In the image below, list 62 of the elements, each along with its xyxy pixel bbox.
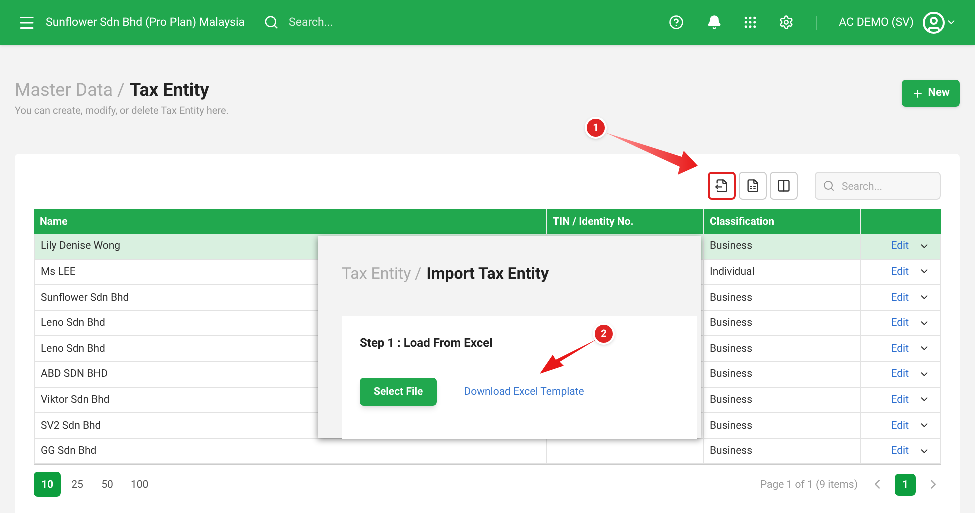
edit-link[interactable]: Edit (891, 443, 909, 459)
table-search-field[interactable]: Search... (815, 172, 941, 200)
page-title: Tax Entity (130, 79, 210, 103)
search-icon (823, 180, 835, 192)
settings-icon[interactable] (779, 15, 794, 30)
plus-icon (912, 88, 924, 100)
search-icon (264, 15, 280, 30)
apps-icon[interactable] (743, 15, 758, 30)
table-row[interactable]: GG Sdn Bhd Business Edit (34, 438, 941, 464)
help-icon[interactable] (669, 15, 684, 30)
edit-link[interactable]: Edit (891, 418, 909, 434)
bell-icon[interactable] (707, 15, 722, 30)
edit-link[interactable]: Edit (891, 392, 909, 408)
table-cell: Viktor Sdn Bhd (41, 392, 110, 408)
search-field[interactable]: Search... (289, 14, 440, 32)
edit-link[interactable]: Edit (891, 340, 909, 357)
edit-link[interactable]: Edit (891, 366, 909, 382)
download-template-link[interactable]: Download Excel Template (464, 384, 584, 400)
table-cell: Ms LEE (41, 264, 76, 280)
table-cell: Business (710, 238, 753, 254)
table-cell: ABD SDN BHD (41, 366, 108, 382)
column-header[interactable]: Classification (710, 214, 774, 230)
annotation-badge: 1 (585, 117, 607, 139)
column-header[interactable]: Name (40, 214, 68, 230)
page-size-option[interactable]: 100 (124, 472, 156, 498)
annotation-arrow (540, 339, 598, 374)
table-cell: Business (710, 392, 753, 408)
toolbar-button[interactable] (708, 172, 736, 200)
spreadsheet-icon (746, 179, 760, 193)
table-cell: Sunflower Sdn Bhd (41, 290, 130, 306)
table-cell: Business (710, 290, 753, 306)
table-cell: Business (710, 340, 753, 357)
dialog-title: Import Tax Entity (426, 263, 550, 285)
page-button[interactable]: 1 (895, 474, 916, 496)
user-name[interactable]: AC DEMO (SV) (839, 14, 914, 32)
column-header[interactable]: TIN / Identity No. (553, 214, 634, 230)
edit-link[interactable]: Edit (891, 290, 909, 306)
table-cell: Individual (710, 264, 755, 280)
table-cell: GG Sdn Bhd (41, 443, 97, 459)
page-subtitle: You can create, modify, or delete Tax Entity here. (15, 105, 230, 119)
columns-icon (777, 179, 791, 193)
table-cell: SV2 Sdn Bhd (41, 418, 102, 434)
step-title: Step 1 : Load From Excel (360, 335, 494, 352)
page-summary: Page 1 of 1 (9 items) (760, 476, 858, 493)
table-cell: Business (710, 418, 753, 434)
page-size-option[interactable]: 50 (94, 472, 121, 498)
table-cell: Business (710, 366, 753, 382)
select-file-button[interactable]: Select File (360, 378, 438, 406)
edit-link[interactable]: Edit (891, 264, 909, 280)
table-cell: Leno Sdn Bhd (41, 340, 106, 357)
edit-link[interactable]: Edit (891, 238, 909, 254)
export-icon (715, 179, 729, 193)
page-size-option[interactable]: 25 (64, 472, 91, 498)
edit-link[interactable]: Edit (891, 315, 909, 331)
company-name: Sunflower Sdn Bhd (Pro Plan) Malaysia (46, 14, 246, 31)
page-size-option[interactable]: 10 (34, 472, 61, 498)
avatar-icon[interactable] (922, 10, 946, 34)
table-cell: Business (710, 315, 753, 331)
table-cell: Leno Sdn Bhd (41, 315, 106, 331)
table-cell: Business (710, 443, 753, 459)
new-button[interactable]: New (902, 80, 960, 107)
table-cell: Lily Denise Wong (41, 238, 121, 254)
